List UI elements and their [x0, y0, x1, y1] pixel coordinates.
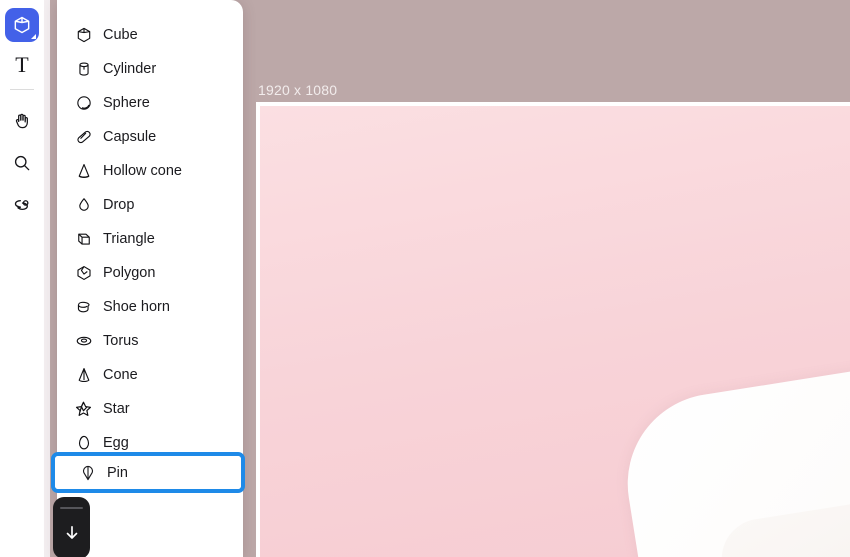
hollow-cone-icon	[74, 162, 93, 181]
egg-icon	[74, 434, 93, 453]
drop-icon	[74, 196, 93, 215]
menu-item-hollow-cone[interactable]: Hollow cone	[57, 154, 243, 188]
menu-item-cone[interactable]: Cone	[57, 358, 243, 392]
menu-item-star[interactable]: Star	[57, 392, 243, 426]
cube-icon	[12, 15, 32, 35]
canvas-surface[interactable]	[260, 106, 850, 557]
polygon-icon	[74, 264, 93, 283]
menu-item-label: Sphere	[103, 95, 150, 111]
menu-item-polygon[interactable]: Polygon	[57, 256, 243, 290]
menu-item-label: Egg	[103, 435, 129, 451]
shoe-horn-icon	[74, 298, 93, 317]
sidebar-item-pan-tool[interactable]	[5, 104, 39, 138]
cylinder-icon	[74, 60, 93, 79]
menu-item-triangle[interactable]: Triangle	[57, 222, 243, 256]
app-root: 1920 x 1080 T Cube Cylinder Sphere Capsu…	[0, 0, 850, 557]
pin-icon	[78, 463, 97, 482]
menu-item-shoe-horn[interactable]: Shoe horn	[57, 290, 243, 324]
torus-icon	[74, 332, 93, 351]
menu-item-label: Torus	[103, 333, 139, 349]
hand-icon	[12, 111, 32, 131]
star-icon	[74, 400, 93, 419]
menu-item-label: Triangle	[103, 231, 155, 247]
menu-item-cube[interactable]: Cube	[57, 18, 243, 52]
menu-item-label: Shoe horn	[103, 299, 170, 315]
sidebar-item-zoom-tool[interactable]	[5, 146, 39, 180]
menu-item-label: Pin	[107, 464, 128, 481]
tool-expand-corner-icon[interactable]	[31, 34, 36, 39]
menu-item-capsule[interactable]: Capsule	[57, 120, 243, 154]
canvas-size-label: 1920 x 1080	[258, 82, 338, 98]
menu-item-label: Cylinder	[103, 61, 157, 77]
rail-divider	[44, 0, 50, 557]
sidebar-item-shape-tool[interactable]	[5, 8, 39, 42]
orbit-icon	[12, 195, 33, 216]
menu-item-pin-selected[interactable]: Pin	[51, 452, 245, 493]
menu-item-cylinder[interactable]: Cylinder	[57, 52, 243, 86]
download-arrow-icon	[62, 523, 82, 543]
viewport: 1920 x 1080	[256, 0, 850, 557]
sphere-icon	[74, 94, 93, 113]
menu-item-torus[interactable]: Torus	[57, 324, 243, 358]
menu-item-label: Hollow cone	[103, 163, 182, 179]
rail-separator	[10, 89, 34, 90]
sidebar-item-orbit-tool[interactable]	[5, 188, 39, 222]
menu-item-label: Polygon	[103, 265, 156, 281]
menu-item-sphere[interactable]: Sphere	[57, 86, 243, 120]
cube-icon	[74, 26, 93, 45]
export-button[interactable]	[53, 497, 90, 557]
menu-item-pin-row[interactable]: Pin	[55, 456, 241, 489]
tool-rail: T	[0, 0, 44, 557]
capsule-icon	[74, 128, 93, 147]
menu-item-label: Star	[103, 401, 130, 417]
drag-handle[interactable]	[60, 507, 83, 509]
triangle-icon	[74, 230, 93, 249]
menu-item-drop[interactable]: Drop	[57, 188, 243, 222]
magnifier-icon	[12, 153, 32, 173]
cone-icon	[74, 366, 93, 385]
menu-item-label: Drop	[103, 197, 135, 213]
sidebar-item-text-tool[interactable]: T	[5, 48, 39, 82]
text-icon: T	[15, 52, 29, 77]
menu-item-label: Cone	[103, 367, 138, 383]
menu-item-label: Capsule	[103, 129, 157, 145]
menu-item-label: Cube	[103, 27, 138, 43]
